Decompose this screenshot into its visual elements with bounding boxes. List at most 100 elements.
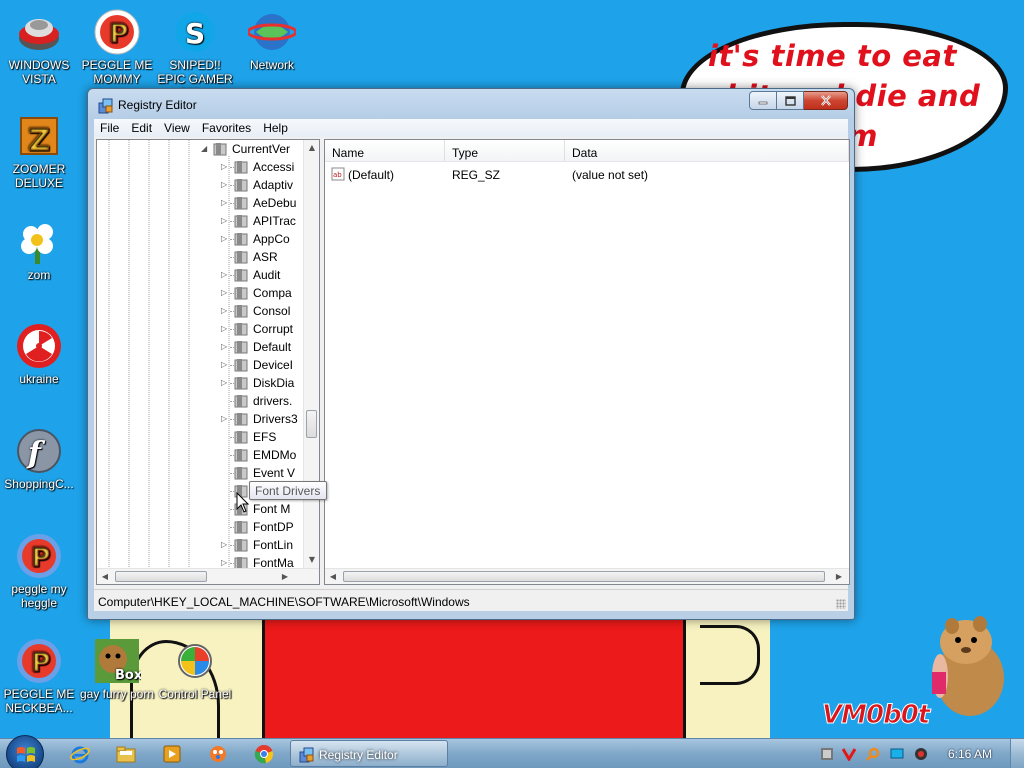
menu-favorites[interactable]: Favorites [196,119,257,137]
scroll-right-arrow[interactable]: ▶ [831,569,847,584]
desktop-icon-peggle-me-neckbeard[interactable]: P PEGGLE ME NECKBEA... [1,637,77,715]
tree-item[interactable]: ▷ FontLin [97,536,302,554]
desktop-icon-network[interactable]: Network [234,8,310,72]
column-header-name[interactable]: Name [325,140,445,162]
desktop-icon-label: ukraine [19,372,59,386]
taskbar-chrome-button[interactable] [246,742,282,766]
tray-app-icon[interactable] [820,747,834,761]
close-button[interactable] [804,91,848,110]
taskbar-task-registry-editor[interactable]: Registry Editor [290,740,448,767]
taskbar-media-player-button[interactable] [154,742,190,766]
scroll-thumb[interactable] [115,571,207,582]
column-header-data[interactable]: Data [565,140,849,162]
tree-item[interactable]: ▷ Corrupt [97,320,302,338]
svg-text:Z: Z [28,123,50,158]
desktop-icon-sniped[interactable]: S SNIPED!! EPIC GAMER 360... [157,8,233,100]
expand-arrow-icon[interactable]: ▷ [221,342,230,351]
values-list[interactable]: Name Type Data ab (Default) REG_SZ (valu… [324,139,850,585]
tray-volume-icon[interactable] [914,747,928,761]
tree-item[interactable]: ▷ Adaptiv [97,176,302,194]
resize-grip[interactable] [836,599,846,609]
expand-arrow-icon[interactable]: ▷ [221,558,230,567]
tree-item[interactable]: ▷ Drivers3 [97,410,302,428]
taskbar-explorer-button[interactable] [108,742,144,766]
show-desktop-button[interactable] [1010,739,1024,768]
start-button[interactable] [6,735,44,768]
menu-view[interactable]: View [158,119,196,137]
scroll-thumb[interactable] [306,410,317,438]
tree-item[interactable]: drivers. [97,392,302,410]
tree-item[interactable]: EMDMo [97,446,302,464]
minimize-button[interactable] [749,91,777,110]
menu-help[interactable]: Help [257,119,294,137]
taskbar-app-button[interactable] [200,742,236,766]
registry-editor-window[interactable]: Registry Editor File Edit View Favorites… [87,88,855,620]
skype-icon: S [175,12,215,52]
tree-item[interactable]: ▷ AppCo [97,230,302,248]
list-item[interactable]: ab (Default) REG_SZ (value not set) [325,164,845,184]
menu-edit[interactable]: Edit [125,119,158,137]
expand-arrow-icon[interactable]: ▷ [221,306,230,315]
tree-vertical-scrollbar[interactable]: ▲ ▼ [303,140,319,568]
scroll-left-arrow[interactable]: ◀ [325,569,341,584]
scroll-thumb[interactable] [343,571,825,582]
registry-tree[interactable]: ◢ CurrentVer ▷ Accessi ▷ Adaptiv ▷ AeDebu ▷ APITr… [96,139,320,585]
tree-item-label: Drivers3 [253,412,298,426]
tree-item[interactable]: ▷ Consol [97,302,302,320]
menu-file[interactable]: File [94,119,125,137]
tree-item-parent[interactable]: ◢ CurrentVer [97,140,302,158]
tree-item[interactable]: Font M [97,500,302,518]
desktop-icon-zom[interactable]: zom [1,218,77,282]
expand-arrow-icon[interactable]: ▷ [221,540,230,549]
taskbar-clock[interactable]: 6:16 AM [948,747,992,761]
scroll-up-arrow[interactable]: ▲ [304,140,319,156]
scroll-left-arrow[interactable]: ◀ [97,569,113,584]
tree-item-label: AppCo [253,232,290,246]
column-header-type[interactable]: Type [445,140,565,162]
expand-arrow-icon[interactable]: ▷ [221,288,230,297]
expand-arrow-icon[interactable]: ▷ [221,414,230,423]
tree-item[interactable]: FontDP [97,518,302,536]
desktop-icon-box[interactable]: Box gay furry porn [79,637,155,701]
desktop-icon-zoomer-deluxe[interactable]: Z ZOOMER DELUXE [1,112,77,190]
scroll-down-arrow[interactable]: ▼ [304,552,319,568]
scroll-right-arrow[interactable]: ▶ [277,569,293,584]
tree-item[interactable]: ▷ Default [97,338,302,356]
value-name: (Default) [348,168,395,182]
desktop-icon-windows-vista[interactable]: WINDOWS VISTA [1,8,77,86]
expand-arrow-icon[interactable]: ▷ [221,162,230,171]
tree-item[interactable]: Event V [97,464,302,482]
tree-item-label: drivers. [253,394,293,408]
tree-item[interactable]: ASR [97,248,302,266]
tree-item[interactable]: ▷ DeviceI [97,356,302,374]
expand-arrow-icon[interactable]: ▷ [221,378,230,387]
desktop-icon-peggle-me-mommy[interactable]: P PEGGLE ME MOMMY [79,8,155,86]
collapse-arrow-icon[interactable]: ◢ [201,144,210,153]
desktop-icon-peggle-my-heggle[interactable]: P peggle my heggle [1,532,77,610]
expand-arrow-icon[interactable]: ▷ [221,180,230,189]
tray-display-icon[interactable] [890,747,904,761]
tree-item[interactable]: ▷ DiskDia [97,374,302,392]
desktop-icon-control-panel[interactable]: Control Panel [157,637,233,701]
tray-antivirus-icon[interactable] [842,747,856,761]
expand-arrow-icon[interactable]: ▷ [221,234,230,243]
tree-item[interactable]: ▷ APITrac [97,212,302,230]
tree-horizontal-scrollbar[interactable]: ◀ ▶ [97,568,319,584]
desktop-icon-shopping[interactable]: f ShoppingC... [1,427,77,491]
desktop-icon-ukraine[interactable]: ukraine [1,322,77,386]
tree-item[interactable]: ▷ Compa [97,284,302,302]
maximize-button[interactable] [777,91,804,110]
list-horizontal-scrollbar[interactable]: ◀ ▶ [325,568,849,584]
expand-arrow-icon[interactable]: ▷ [221,360,230,369]
expand-arrow-icon[interactable]: ▷ [221,270,230,279]
expand-arrow-icon[interactable]: ▷ [221,324,230,333]
tray-search-icon[interactable] [866,747,880,761]
taskbar-ie-button[interactable] [62,742,98,766]
title-bar[interactable]: Registry Editor [88,89,854,119]
tree-item[interactable]: ▷ AeDebu [97,194,302,212]
expand-arrow-icon[interactable]: ▷ [221,198,230,207]
tree-item[interactable]: ▷ Accessi [97,158,302,176]
tree-item[interactable]: EFS [97,428,302,446]
tree-item[interactable]: ▷ Audit [97,266,302,284]
expand-arrow-icon[interactable]: ▷ [221,216,230,225]
